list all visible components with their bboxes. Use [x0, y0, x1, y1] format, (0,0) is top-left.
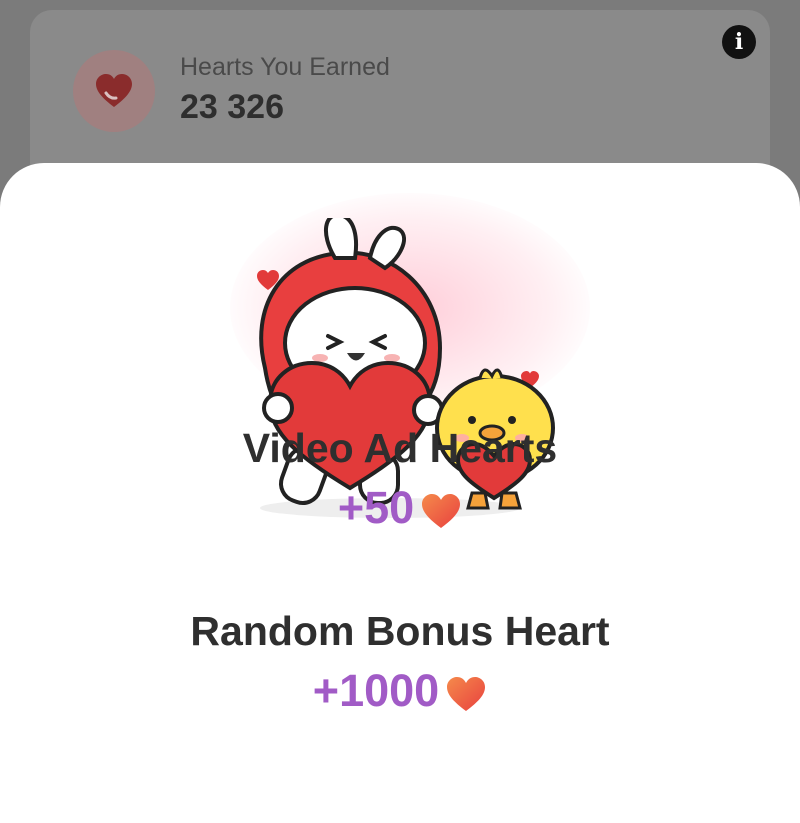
heart-icon	[447, 677, 486, 711]
hearts-earned-value: 23 326	[180, 88, 284, 126]
reward-sheet: Video Ad Hearts +50 Random Bonus Heart +…	[0, 163, 800, 823]
hearts-earned-label: Hearts You Earned	[180, 53, 390, 81]
info-icon[interactable]: i	[722, 25, 756, 59]
reward-amount: +50	[0, 482, 800, 534]
reward-title: Video Ad Hearts	[242, 425, 558, 471]
reward-amount-value: +1000	[312, 665, 440, 716]
reward-video-ad: Video Ad Hearts +50	[0, 425, 800, 534]
reward-random-bonus: Random Bonus Heart +1000	[0, 608, 800, 717]
heart-icon	[422, 494, 461, 528]
heart-icon	[96, 74, 132, 107]
hearts-badge	[73, 50, 155, 132]
reward-amount: +1000	[0, 665, 800, 717]
reward-title: Random Bonus Heart	[190, 608, 610, 654]
reward-amount-value: +50	[337, 482, 415, 533]
